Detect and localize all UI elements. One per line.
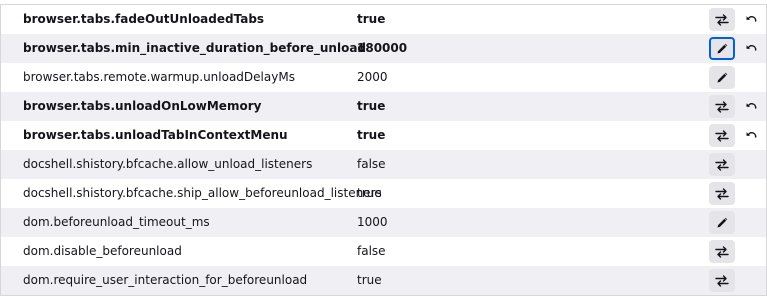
undo-icon xyxy=(745,14,757,26)
pref-value: true xyxy=(357,99,386,113)
pref-value: 1000 xyxy=(357,215,388,229)
pref-name: browser.tabs.remote.warmup.unloadDelayMs xyxy=(23,70,295,84)
toggle-arrows-icon xyxy=(715,100,729,114)
pref-row[interactable]: browser.tabs.remote.warmup.unloadDelayMs… xyxy=(0,63,767,92)
pref-row[interactable]: browser.tabs.min_inactive_duration_befor… xyxy=(0,34,767,63)
pencil-icon xyxy=(716,217,728,229)
pref-name: browser.tabs.min_inactive_duration_befor… xyxy=(23,41,367,55)
reset-button[interactable] xyxy=(741,39,761,59)
pref-row[interactable]: dom.beforeunload_timeout_ms 1000 xyxy=(0,208,767,237)
pref-row[interactable]: browser.tabs.fadeOutUnloadedTabs true xyxy=(0,5,767,34)
pref-value: true xyxy=(357,128,386,142)
edit-button[interactable] xyxy=(709,66,735,89)
pref-name: docshell.shistory.bfcache.ship_allow_bef… xyxy=(23,186,382,200)
toggle-arrows-icon xyxy=(715,274,729,288)
pref-name: docshell.shistory.bfcache.allow_unload_l… xyxy=(23,157,313,171)
pref-row[interactable]: docshell.shistory.bfcache.ship_allow_bef… xyxy=(0,179,767,208)
pref-row[interactable]: dom.require_user_interaction_for_beforeu… xyxy=(0,266,767,295)
toggle-arrows-icon xyxy=(715,245,729,259)
pref-row[interactable]: browser.tabs.unloadOnLowMemory true xyxy=(0,92,767,121)
pref-value: 2000 xyxy=(357,70,388,84)
toggle-arrows-icon xyxy=(715,158,729,172)
toggle-button[interactable] xyxy=(709,8,735,31)
reset-button[interactable] xyxy=(741,126,761,146)
toggle-button[interactable] xyxy=(709,124,735,147)
reset-button[interactable] xyxy=(741,10,761,30)
toggle-arrows-icon xyxy=(715,187,729,201)
edit-button[interactable] xyxy=(709,211,735,234)
toggle-button[interactable] xyxy=(709,240,735,263)
toggle-button[interactable] xyxy=(709,269,735,292)
pref-name: dom.disable_beforeunload xyxy=(23,244,182,258)
toggle-button[interactable] xyxy=(709,95,735,118)
undo-icon xyxy=(745,43,757,55)
pref-value: 180000 xyxy=(357,41,408,55)
pref-name: browser.tabs.fadeOutUnloadedTabs xyxy=(23,12,265,26)
toggle-button[interactable] xyxy=(709,182,735,205)
toggle-arrows-icon xyxy=(715,13,729,27)
pref-value: false xyxy=(357,157,386,171)
pref-value: true xyxy=(357,186,382,200)
undo-icon xyxy=(745,130,757,142)
pref-name: browser.tabs.unloadOnLowMemory xyxy=(23,99,262,113)
prefs-table: browser.tabs.fadeOutUnloadedTabs true brow… xyxy=(0,4,767,296)
edit-button[interactable] xyxy=(709,37,735,60)
pencil-icon xyxy=(716,72,728,84)
reset-button[interactable] xyxy=(741,97,761,117)
pref-name: dom.require_user_interaction_for_beforeu… xyxy=(23,273,308,287)
undo-icon xyxy=(745,101,757,113)
pref-row[interactable]: docshell.shistory.bfcache.allow_unload_l… xyxy=(0,150,767,179)
pref-row[interactable]: dom.disable_beforeunload false xyxy=(0,237,767,266)
pref-value: false xyxy=(357,244,386,258)
pref-value: true xyxy=(357,12,386,26)
toggle-arrows-icon xyxy=(715,129,729,143)
pref-row[interactable]: browser.tabs.unloadTabInContextMenu true xyxy=(0,121,767,150)
pref-value: true xyxy=(357,273,382,287)
pencil-icon xyxy=(716,43,728,55)
pref-name: dom.beforeunload_timeout_ms xyxy=(23,215,210,229)
toggle-button[interactable] xyxy=(709,153,735,176)
pref-name: browser.tabs.unloadTabInContextMenu xyxy=(23,128,288,142)
